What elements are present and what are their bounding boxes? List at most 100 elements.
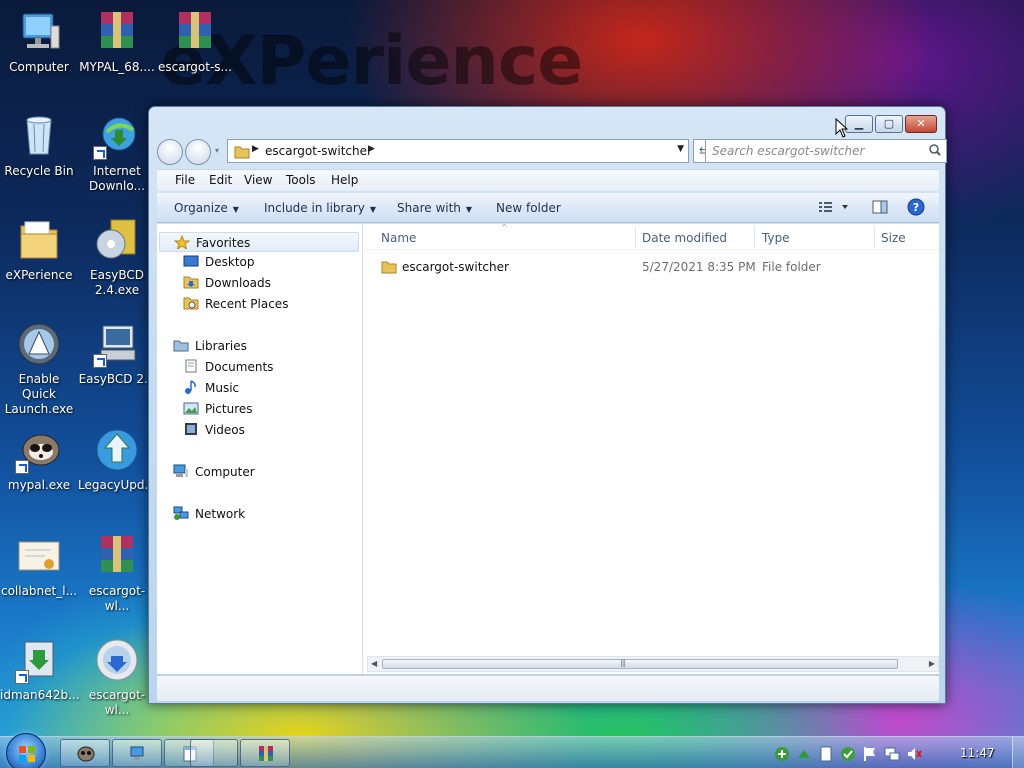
organize-button[interactable]: Organize ▼ [174, 201, 239, 215]
nav-pictures[interactable]: Pictures [183, 401, 253, 421]
breadcrumb-child-arrow-icon[interactable]: ▶ [368, 144, 375, 154]
back-button[interactable] [157, 139, 183, 165]
start-button[interactable] [6, 733, 46, 768]
nav-downloads[interactable]: Downloads [183, 275, 271, 295]
nav-favorites[interactable]: Favorites [159, 232, 359, 252]
desktop-icon-easybcd[interactable]: EasyBCD 2.4 [78, 320, 156, 387]
scroll-right-icon[interactable]: ▶ [929, 659, 935, 668]
nav-libraries-label: Libraries [195, 339, 247, 353]
nav-favorites-label: Favorites [196, 236, 251, 250]
menu-edit[interactable]: Edit [209, 173, 232, 187]
network-status-icon[interactable] [774, 746, 790, 762]
breadcrumb-separator-icon[interactable]: ▶ [252, 144, 259, 154]
desktop-icon-escargot-wl-archive[interactable]: escargot-wl... [78, 532, 156, 614]
idm-tray-icon[interactable] [796, 746, 812, 762]
network-monitor-icon[interactable] [884, 746, 900, 762]
desktop-icon-experience-folder[interactable]: eXPerience [0, 216, 78, 283]
scroll-left-icon[interactable]: ◀ [371, 659, 377, 668]
internet-download-manager-icon [93, 112, 141, 160]
show-desktop-button[interactable] [1012, 737, 1024, 768]
documents-icon [185, 359, 197, 373]
minimize-button[interactable]: ▁ [845, 115, 873, 133]
nav-music[interactable]: Music [183, 380, 239, 400]
file-type: File folder [762, 260, 821, 274]
close-button[interactable]: ✕ [905, 115, 937, 133]
desktop-icon-mypal-archive[interactable]: MYPAL_68.... [78, 8, 156, 75]
column-divider[interactable] [874, 226, 875, 248]
new-folder-button[interactable]: New folder [496, 201, 561, 215]
desktop-icon-internet-download-manager[interactable]: Internet Downlo... [78, 112, 156, 194]
winrar-archive-icon [171, 8, 219, 56]
taskbar-app-mypal[interactable] [60, 739, 110, 767]
menu-view[interactable]: View [244, 173, 272, 187]
recent-places-icon [183, 297, 199, 310]
quick-launch-icon [15, 320, 63, 368]
search-box[interactable] [705, 139, 947, 163]
menu-file[interactable]: File [175, 173, 195, 187]
nav-network-label: Network [195, 507, 246, 521]
folder-icon [234, 146, 250, 159]
address-bar[interactable]: ▶ escargot-switcher ▶ ▼ [227, 139, 689, 163]
address-dropdown-icon[interactable]: ▼ [677, 144, 684, 154]
file-list-pane: Name ^ Date modified Type Size escargot-… [363, 223, 939, 674]
nav-network[interactable]: Network [173, 506, 245, 526]
search-input[interactable] [712, 144, 922, 158]
menu-help[interactable]: Help [331, 173, 358, 187]
desktop-icon-escargot-archive[interactable]: escargot-s... [156, 8, 234, 75]
music-icon [185, 380, 196, 394]
taskbar-app-explorer[interactable] [190, 739, 238, 767]
mouse-cursor-icon [835, 118, 849, 138]
search-icon[interactable] [929, 144, 941, 156]
desktop-icon-idman-installer[interactable]: idman642b... [0, 636, 80, 703]
volume-muted-icon[interactable] [906, 746, 922, 762]
recent-pages-dropdown-icon[interactable]: ▾ [215, 146, 219, 155]
desktop-icon-enable-quick-launch[interactable]: Enable Quick Launch.exe [0, 320, 78, 417]
document-tray-icon[interactable] [818, 746, 834, 762]
chevron-down-icon: ▼ [369, 205, 377, 214]
desktop-icon-computer[interactable]: Computer [0, 8, 78, 75]
file-row[interactable]: escargot-switcher 5/27/2021 8:35 PM File… [363, 258, 939, 278]
nav-recent-places-label: Recent Places [205, 297, 289, 311]
nav-documents[interactable]: Documents [183, 359, 273, 379]
chevron-down-icon: ▼ [465, 205, 473, 214]
taskbar-app-computer[interactable] [112, 739, 162, 767]
help-button[interactable]: ? [907, 198, 925, 219]
desktop-icon-legacy-update[interactable]: LegacyUpd... [78, 426, 156, 493]
desktop-icon-collabnet[interactable]: collabnet_l... [0, 532, 78, 599]
maximize-button[interactable]: ▢ [875, 115, 903, 133]
scrollbar-thumb[interactable] [382, 659, 898, 669]
nav-computer[interactable]: Computer [173, 464, 255, 484]
nav-desktop[interactable]: Desktop [183, 254, 255, 274]
column-name[interactable]: Name [381, 231, 416, 245]
taskbar-clock[interactable]: 11:47 [960, 746, 995, 760]
nav-computer-label: Computer [195, 465, 255, 479]
chevron-down-icon: ▼ [232, 205, 239, 214]
column-divider[interactable] [754, 226, 755, 248]
nav-libraries[interactable]: Libraries [173, 338, 247, 358]
preview-pane-button[interactable] [872, 200, 888, 217]
column-size[interactable]: Size [881, 231, 906, 245]
security-tray-icon[interactable] [840, 746, 856, 762]
certificate-icon [15, 532, 63, 580]
explorer-window[interactable]: ▁ ▢ ✕ ▾ ▶ escargot-switcher ▶ ▼ ⇆ File E… [148, 106, 947, 704]
menu-tools[interactable]: Tools [286, 173, 316, 187]
easybcd-icon [93, 320, 141, 368]
nav-recent-places[interactable]: Recent Places [183, 296, 288, 316]
forward-button[interactable] [185, 139, 211, 165]
desktop-icon-mypal[interactable]: mypal.exe [0, 426, 78, 493]
desktop-icon-escargot-wl[interactable]: escargot-wl... [78, 636, 156, 718]
breadcrumb-escargot-switcher[interactable]: escargot-switcher [265, 144, 372, 158]
horizontal-scrollbar[interactable]: ◀ ||| ▶ [367, 656, 939, 672]
column-divider[interactable] [635, 226, 636, 248]
raccoon-icon [15, 426, 63, 474]
share-with-button[interactable]: Share with ▼ [397, 201, 472, 215]
column-date-modified[interactable]: Date modified [642, 231, 727, 245]
desktop-icon-recycle-bin[interactable]: Recycle Bin [0, 112, 78, 179]
include-in-library-button[interactable]: Include in library ▼ [264, 201, 376, 215]
taskbar-app-winrar[interactable] [240, 739, 290, 767]
change-view-button[interactable] [818, 200, 850, 217]
desktop-icon-easybcd-installer[interactable]: EasyBCD 2.4.exe [78, 216, 156, 298]
column-type[interactable]: Type [762, 231, 790, 245]
action-center-flag-icon[interactable] [862, 746, 878, 762]
nav-videos[interactable]: Videos [183, 422, 245, 442]
